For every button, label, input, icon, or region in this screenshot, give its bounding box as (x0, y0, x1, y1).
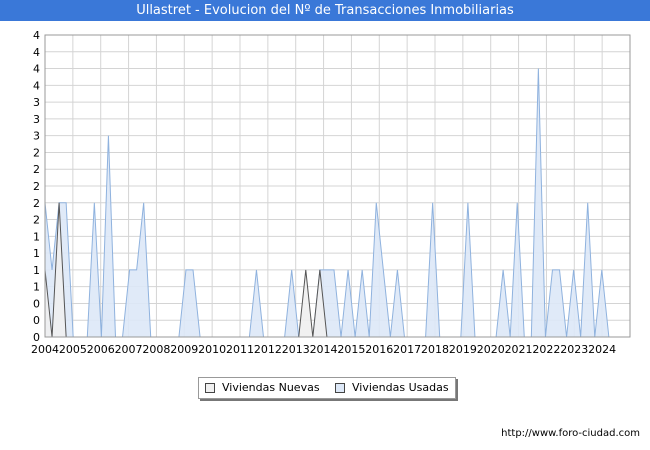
legend-swatch-usadas (335, 383, 345, 393)
x-tick-label: 2020 (477, 343, 505, 356)
x-tick-label: 2010 (198, 343, 226, 356)
x-tick-label: 2017 (393, 343, 421, 356)
footer-url: http://www.foro-ciudad.com (501, 428, 640, 439)
y-tick-label: 1 (33, 247, 40, 260)
x-tick-label: 2024 (588, 343, 616, 356)
y-tick-label: 4 (33, 79, 40, 92)
chart-legend: Viviendas Nuevas Viviendas Usadas (198, 377, 456, 399)
legend-label-nuevas: Viviendas Nuevas (222, 381, 320, 394)
y-tick-label: 0 (33, 297, 40, 310)
x-tick-label: 2005 (59, 343, 87, 356)
x-tick-label: 2007 (115, 343, 143, 356)
y-tick-label: 3 (33, 130, 40, 143)
y-tick-label: 3 (33, 113, 40, 126)
legend-label-usadas: Viviendas Usadas (352, 381, 449, 394)
legend-swatch-nuevas (205, 383, 215, 393)
x-tick-labels: 2004 2005 2006 2007 2008 2009 2010 2011 2012 2013… (31, 343, 616, 356)
y-tick-label: 4 (33, 46, 40, 59)
y-tick-label: 2 (33, 180, 40, 193)
y-tick-labels: 0001111222223334444 (33, 29, 40, 344)
x-tick-label: 2006 (87, 343, 115, 356)
x-tick-label: 2015 (337, 343, 365, 356)
y-tick-label: 2 (33, 214, 40, 227)
y-tick-label: 4 (33, 63, 40, 76)
y-tick-label: 1 (33, 281, 40, 294)
y-tick-label: 4 (33, 29, 40, 42)
y-tick-label: 1 (33, 264, 40, 277)
y-tick-label: 2 (33, 163, 40, 176)
y-tick-label: 2 (33, 146, 40, 159)
y-tick-label: 1 (33, 230, 40, 243)
x-tick-label: 2022 (532, 343, 560, 356)
y-tick-label: 2 (33, 197, 40, 210)
x-tick-label: 2021 (505, 343, 533, 356)
y-tick-label: 3 (33, 96, 40, 109)
x-tick-label: 2018 (421, 343, 449, 356)
x-tick-label: 2008 (142, 343, 170, 356)
chart-page: Ullastret - Evolucion del Nº de Transacc… (0, 0, 650, 450)
x-tick-label: 2019 (449, 343, 477, 356)
x-tick-label: 2023 (560, 343, 588, 356)
y-tick-label: 0 (33, 314, 40, 327)
x-tick-label: 2013 (282, 343, 310, 356)
x-tick-label: 2009 (170, 343, 198, 356)
x-tick-label: 2011 (226, 343, 254, 356)
x-tick-label: 2016 (365, 343, 393, 356)
x-tick-label: 2012 (254, 343, 282, 356)
x-tick-label: 2014 (310, 343, 338, 356)
x-tick-label: 2004 (31, 343, 59, 356)
